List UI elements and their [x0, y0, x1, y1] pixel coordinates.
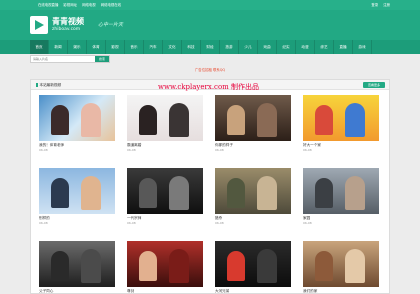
video-thumbnail[interactable]: [303, 168, 379, 214]
top-bar: 在线电视直播 影视网址 网络电视 网络电视在线 登录 注册: [0, 0, 420, 10]
nav-item[interactable]: 戏曲: [258, 40, 277, 54]
logo-domain: zhiboav.com: [52, 27, 81, 32]
top-link[interactable]: 影视网址: [63, 3, 77, 7]
panel-title: 本站最新视频: [39, 83, 62, 87]
site-header: 青青视频 zhiboav.com 心中一片天: [0, 10, 420, 40]
nav-item[interactable]: 音乐: [125, 40, 144, 54]
search-input[interactable]: [31, 56, 91, 62]
nav-item[interactable]: 影视: [106, 40, 125, 54]
video-card[interactable]: 你那的样子 06-08: [215, 95, 291, 152]
video-card[interactable]: 我的！体育老师 06-08: [39, 95, 115, 152]
video-thumbnail[interactable]: [39, 241, 115, 287]
video-card[interactable]: 大河兄弟 06-08: [215, 241, 291, 294]
top-link[interactable]: 网络电视在线: [101, 3, 121, 7]
account-links: 登录 注册: [367, 0, 390, 10]
video-thumbnail[interactable]: [127, 168, 203, 214]
video-card[interactable]: 尊剑 06-08: [127, 241, 203, 294]
nav-item[interactable]: 文化: [163, 40, 182, 54]
video-thumbnail[interactable]: [215, 241, 291, 287]
video-thumbnail[interactable]: [127, 95, 203, 141]
video-thumbnail[interactable]: [39, 168, 115, 214]
top-link[interactable]: 在线电视直播: [38, 3, 58, 7]
video-thumbnail[interactable]: [39, 95, 115, 141]
logo-title[interactable]: 青青视频: [52, 17, 84, 26]
nav-item[interactable]: 少儿: [239, 40, 258, 54]
video-date: 06-08: [303, 221, 312, 225]
latest-videos-panel: 本站最新视频 查看更多 我的！体育老师 06-08 霸道离婚 06-08 你那的…: [30, 79, 390, 294]
video-date: 06-08: [215, 148, 224, 152]
video-card[interactable]: 一代宗师 06-08: [127, 168, 203, 225]
nav-item[interactable]: 娱乐: [68, 40, 87, 54]
video-card[interactable]: 霸道离婚 06-08: [127, 95, 203, 152]
search-bar: 搜索: [30, 55, 110, 63]
nav-item[interactable]: 汽车: [144, 40, 163, 54]
nav-item[interactable]: 旅游: [220, 40, 239, 54]
search-button[interactable]: 搜索: [95, 56, 109, 62]
more-button[interactable]: 查看更多: [363, 82, 385, 88]
logo-icon[interactable]: [30, 16, 48, 34]
slogan: 心中一片天: [98, 22, 124, 28]
nav-item[interactable]: 首页: [30, 40, 49, 54]
video-card[interactable]: 父子同心 06-08: [39, 241, 115, 294]
video-date: 06-08: [215, 221, 224, 225]
video-date: 06-08: [127, 148, 136, 152]
nav-item[interactable]: 科技: [182, 40, 201, 54]
video-thumbnail[interactable]: [215, 168, 291, 214]
video-date: 06-08: [39, 148, 48, 152]
video-card[interactable]: 家园 06-08: [303, 168, 379, 225]
video-thumbnail[interactable]: [127, 241, 203, 287]
login-link[interactable]: 登录: [371, 3, 378, 7]
nav-item[interactable]: 财经: [201, 40, 220, 54]
watermark-text: www.ckplayerx.com 制作出品: [158, 83, 260, 91]
nav-item[interactable]: 综艺: [315, 40, 334, 54]
nav-item[interactable]: 直播: [334, 40, 353, 54]
video-card[interactable]: 猎杀 06-08: [215, 168, 291, 225]
nav-item[interactable]: 体育: [87, 40, 106, 54]
video-date: 06-08: [303, 148, 312, 152]
main-nav: 首页 新闻 娱乐 体育 影视 音乐 汽车 文化 科技 财经 旅游 少儿 戏曲 纪…: [0, 40, 420, 54]
video-thumbnail[interactable]: [303, 241, 379, 287]
top-links: 在线电视直播 影视网址 网络电视 网络电视在线: [38, 0, 125, 10]
nav-item[interactable]: 动漫: [296, 40, 315, 54]
title-marker-icon: [36, 82, 38, 87]
video-card[interactable]: 我们的家 06-08: [303, 241, 379, 294]
nav-item[interactable]: 游戏: [353, 40, 372, 54]
nav-item[interactable]: 新闻: [49, 40, 68, 54]
panel-title-wrap: 本站最新视频: [36, 80, 61, 90]
nav-item[interactable]: 纪实: [277, 40, 296, 54]
video-card[interactable]: 别样的 06-08: [39, 168, 115, 225]
video-thumbnail[interactable]: [215, 95, 291, 141]
video-date: 06-08: [127, 221, 136, 225]
top-link[interactable]: 网络电视: [82, 3, 96, 7]
ad-notice[interactable]: 广告位招租 联系QQ: [0, 67, 420, 72]
video-thumbnail[interactable]: [303, 95, 379, 141]
video-card[interactable]: 好大一个家 06-08: [303, 95, 379, 152]
video-date: 06-08: [39, 221, 48, 225]
register-link[interactable]: 注册: [383, 3, 390, 7]
